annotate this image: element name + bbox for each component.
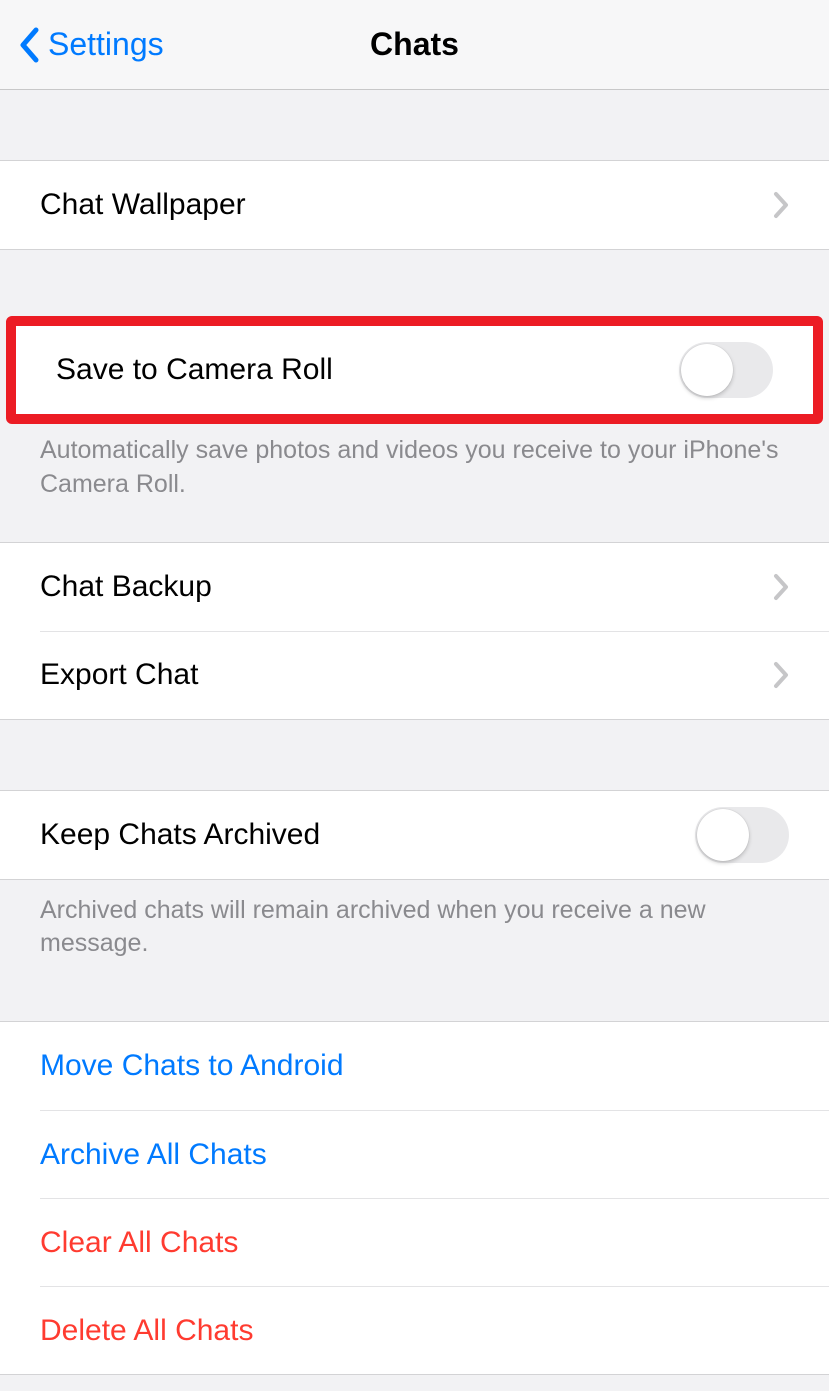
keep-archived-toggle[interactable]: [695, 807, 789, 863]
save-to-camera-roll-row[interactable]: Save to Camera Roll: [16, 326, 813, 414]
page-header: Settings Chats: [0, 0, 829, 90]
chat-backup-label: Chat Backup: [40, 570, 773, 604]
back-button[interactable]: Settings: [18, 26, 164, 63]
clear-all-label: Clear All Chats: [40, 1226, 789, 1260]
clear-all-row[interactable]: Clear All Chats: [40, 1198, 829, 1286]
back-label: Settings: [48, 26, 164, 63]
group-save-camera-roll: Save to Camera Roll: [16, 326, 813, 414]
chevron-right-icon: [773, 661, 789, 689]
save-to-camera-roll-label: Save to Camera Roll: [56, 353, 679, 387]
group-keep-archived: Keep Chats Archived: [0, 790, 829, 880]
chat-wallpaper-label: Chat Wallpaper: [40, 188, 773, 222]
move-to-android-label: Move Chats to Android: [40, 1049, 789, 1083]
group-chat-actions: Move Chats to Android Archive All Chats …: [0, 1021, 829, 1375]
move-to-android-row[interactable]: Move Chats to Android: [0, 1022, 829, 1110]
toggle-knob: [697, 809, 749, 861]
group-backup: Chat Backup Export Chat: [0, 542, 829, 720]
delete-all-row[interactable]: Delete All Chats: [40, 1286, 829, 1374]
chevron-left-icon: [18, 27, 40, 63]
export-chat-row[interactable]: Export Chat: [40, 631, 829, 719]
keep-archived-footer: Archived chats will remain archived when…: [0, 880, 829, 962]
highlight-save-to-camera-roll: Save to Camera Roll: [6, 316, 823, 424]
save-to-camera-roll-footer: Automatically save photos and videos you…: [0, 420, 829, 502]
export-chat-label: Export Chat: [40, 658, 773, 692]
archive-all-row[interactable]: Archive All Chats: [40, 1110, 829, 1198]
chat-backup-row[interactable]: Chat Backup: [0, 543, 829, 631]
chevron-right-icon: [773, 573, 789, 601]
keep-archived-row[interactable]: Keep Chats Archived: [0, 791, 829, 879]
chevron-right-icon: [773, 191, 789, 219]
chat-wallpaper-row[interactable]: Chat Wallpaper: [0, 161, 829, 249]
delete-all-label: Delete All Chats: [40, 1314, 789, 1348]
save-to-camera-roll-toggle[interactable]: [679, 342, 773, 398]
archive-all-label: Archive All Chats: [40, 1138, 789, 1172]
toggle-knob: [681, 344, 733, 396]
keep-archived-label: Keep Chats Archived: [40, 818, 695, 852]
group-wallpaper: Chat Wallpaper: [0, 160, 829, 250]
